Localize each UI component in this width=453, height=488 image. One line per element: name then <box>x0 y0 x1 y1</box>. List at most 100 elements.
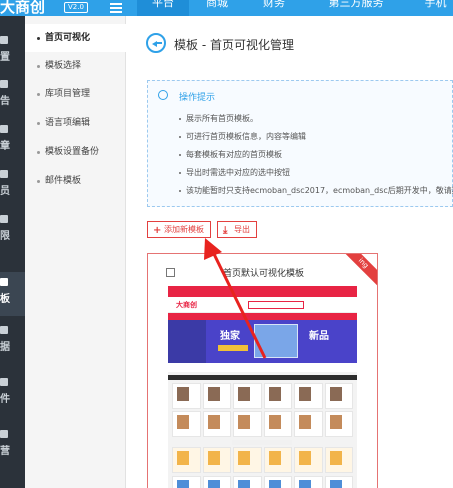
nav-tab-finance[interactable]: 财务 <box>255 0 293 16</box>
tip-text: 导出时需选中对应的选中按钮 <box>186 168 290 177</box>
bullet-icon <box>37 65 40 68</box>
rail-item-members[interactable]: 员 <box>0 164 25 208</box>
bullet-icon <box>37 93 40 96</box>
thumb-category-panel <box>168 320 206 363</box>
rail-item-plugins[interactable]: 件 <box>0 372 25 416</box>
submenu-label: 库项目管理 <box>45 89 91 99</box>
nav-tab-platform[interactable]: 平台 <box>137 0 189 16</box>
export-label: 导出 <box>234 225 250 234</box>
tip-item: 每套模板有对应的首页模板 <box>179 149 282 160</box>
submenu-item-library[interactable]: 库项目管理 <box>25 80 126 108</box>
database-icon <box>0 326 8 334</box>
thumb-header: 大商创 <box>168 297 357 313</box>
top-bar: 大商创 V2.0 平台 商城 财务 第三方服务 手机 <box>0 0 453 16</box>
bullet-icon <box>37 180 40 183</box>
thumb-nav-bar <box>168 313 357 320</box>
thumb-search-box <box>248 301 304 309</box>
thumb-promo-bar <box>168 286 357 297</box>
template-checkbox[interactable] <box>166 268 175 277</box>
rail-label: 据 <box>0 342 10 353</box>
tips-title[interactable]: 操作提示 <box>179 90 215 103</box>
tip-text: 该功能暂时只支持ecmoban_dsc2017，ecmoban_dsc后期开发中… <box>186 186 453 195</box>
submenu-item-mail-template[interactable]: 邮件模板 <box>25 167 126 195</box>
user-icon <box>0 170 8 178</box>
rail-item-marketing[interactable]: 营 <box>0 424 25 468</box>
rail-item-templates[interactable]: 板 <box>0 272 30 316</box>
rail-label: 员 <box>0 186 10 197</box>
thumb-strip <box>168 363 357 372</box>
tip-text: 展示所有首页模板。 <box>186 114 258 123</box>
rail-item-articles[interactable]: 章 <box>0 119 25 163</box>
download-icon: ⤓ <box>223 225 228 236</box>
template-card[interactable]: 首页默认可视化模板 ing 大商创 独家 新品 <box>147 253 378 488</box>
submenu-label: 模板设置备份 <box>45 147 100 157</box>
logo[interactable]: 大商创 <box>0 0 45 17</box>
thumb-banner-bar <box>218 345 248 351</box>
submenu-label: 模板选择 <box>45 61 82 71</box>
rail-label: 告 <box>0 96 10 107</box>
tip-item: 导出时需选中对应的选中按钮 <box>179 167 290 178</box>
tip-item: 可进行首页模板信息，内容等编辑 <box>179 131 306 142</box>
rail-label: 章 <box>0 141 10 152</box>
rail-item-announce[interactable]: 告 <box>0 74 25 118</box>
thumb-product-row <box>172 447 353 473</box>
thumb-logo: 大商创 <box>176 301 197 309</box>
tip-text: 可进行首页模板信息，内容等编辑 <box>186 132 306 141</box>
submenu-label: 首页可视化 <box>45 33 91 43</box>
lightbulb-icon <box>158 90 168 100</box>
thumb-section-bar <box>168 375 357 380</box>
rail-item-settings[interactable]: 置 <box>0 30 25 74</box>
template-icon <box>0 278 8 286</box>
plugin-icon <box>0 378 8 386</box>
sub-menu: 首页可视化 模板选择 库项目管理 语言项编辑 模板设置备份 邮件模板 <box>25 16 126 488</box>
megaphone-icon <box>0 80 8 88</box>
thumb-banner: 独家 新品 <box>168 320 357 363</box>
submenu-item-template-select[interactable]: 模板选择 <box>25 52 126 80</box>
nav-tab-mobile[interactable]: 手机 <box>418 0 453 16</box>
rail-label: 件 <box>0 394 10 405</box>
rail-label: 板 <box>0 294 10 305</box>
back-button[interactable] <box>146 33 166 53</box>
rail-item-data[interactable]: 据 <box>0 320 25 364</box>
menu-toggle-icon[interactable] <box>110 3 122 13</box>
icon-rail: 置 告 章 员 限 板 据 件 营 <box>0 16 30 488</box>
bullet-icon <box>37 37 40 40</box>
thumb-section-title <box>232 440 292 445</box>
thumb-devices-image <box>254 324 298 358</box>
marketing-icon <box>0 430 8 438</box>
corner-ribbon: ing <box>337 254 377 289</box>
tip-text: 每套模板有对应的首页模板 <box>186 150 282 159</box>
submenu-item-home-visual[interactable]: 首页可视化 <box>25 24 126 52</box>
thumb-banner-word: 新品 <box>309 331 329 342</box>
plus-icon: + <box>153 225 162 236</box>
rail-label: 营 <box>0 446 10 457</box>
tip-item: 该功能暂时只支持ecmoban_dsc2017，ecmoban_dsc后期开发中… <box>179 185 453 196</box>
nav-tab-mall[interactable]: 商城 <box>198 0 236 16</box>
version-badge: V2.0 <box>64 2 88 13</box>
article-icon <box>0 125 8 133</box>
tip-item: 展示所有首页模板。 <box>179 113 258 124</box>
lock-icon <box>0 215 8 223</box>
gear-icon <box>0 36 8 44</box>
submenu-item-language[interactable]: 语言项编辑 <box>25 109 126 137</box>
bullet-icon <box>37 122 40 125</box>
tips-panel: 操作提示 展示所有首页模板。 可进行首页模板信息，内容等编辑 每套模板有对应的首… <box>147 80 453 207</box>
submenu-item-backup[interactable]: 模板设置备份 <box>25 138 126 166</box>
template-title: 首页默认可视化模板 <box>223 269 305 279</box>
thumb-product-row <box>172 383 353 409</box>
add-template-button[interactable]: + 添加新模板 <box>147 221 211 238</box>
rail-label: 置 <box>0 52 10 63</box>
rail-label: 限 <box>0 231 10 242</box>
template-thumbnail[interactable]: 大商创 独家 新品 <box>168 286 357 488</box>
add-template-label: 添加新模板 <box>164 225 204 234</box>
nav-tab-third-party[interactable]: 第三方服务 <box>324 0 388 16</box>
submenu-label: 语言项编辑 <box>45 118 91 128</box>
bullet-icon <box>37 151 40 154</box>
rail-item-permissions[interactable]: 限 <box>0 209 25 253</box>
submenu-label: 邮件模板 <box>45 176 82 186</box>
export-button[interactable]: ⤓ 导出 <box>217 221 257 238</box>
thumb-brand-row <box>172 476 353 488</box>
thumb-product-row <box>172 411 353 437</box>
thumb-banner-word: 独家 <box>220 331 240 342</box>
page-title: 模板 - 首页可视化管理 <box>174 38 294 52</box>
